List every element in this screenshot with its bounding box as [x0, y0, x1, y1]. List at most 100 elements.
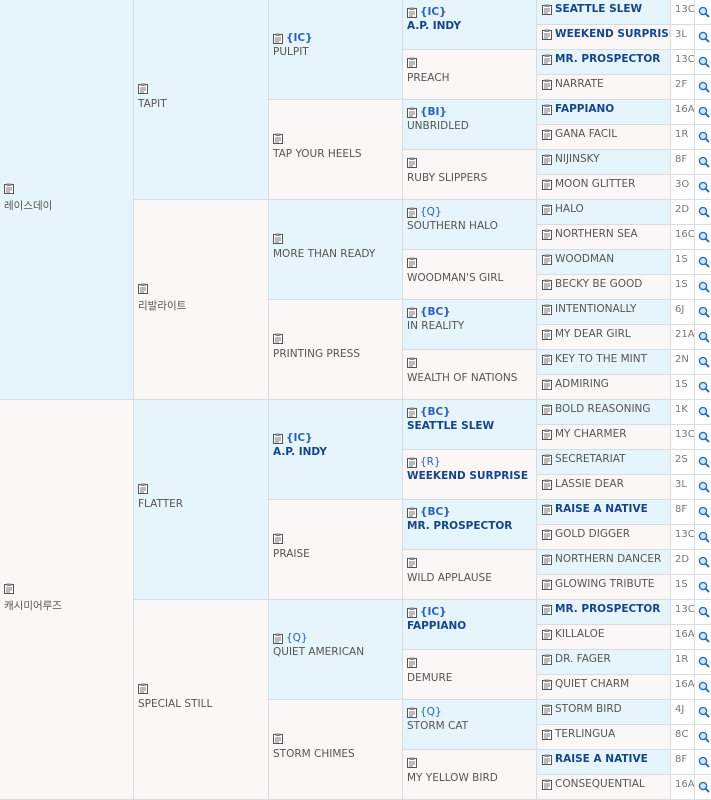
pedigree-cell-gen5[interactable]: SEATTLE SLEW: [537, 0, 671, 25]
horse-name[interactable]: QUIET AMERICAN: [273, 646, 364, 658]
horse-name[interactable]: WOODMAN'S GIRL: [407, 272, 503, 284]
pedigree-cell-gen4[interactable]: WOODMAN'S GIRL: [403, 250, 537, 300]
magnifier-icon[interactable]: [695, 0, 711, 25]
pedigree-cell-gen4[interactable]: {R} WEEKEND SURPRISE: [403, 450, 537, 500]
magnifier-icon[interactable]: [695, 100, 711, 125]
pedigree-cell-gen5[interactable]: WOODMAN: [537, 250, 671, 275]
magnifier-icon[interactable]: [695, 275, 711, 300]
horse-name[interactable]: QUIET CHARM: [555, 678, 629, 690]
horse-name[interactable]: BOLD REASONING: [555, 403, 651, 415]
horse-name[interactable]: MY YELLOW BIRD: [407, 772, 498, 784]
pedigree-cell-gen5[interactable]: MY DEAR GIRL: [537, 325, 671, 350]
horse-name[interactable]: NORTHERN SEA: [555, 228, 638, 240]
horse-name[interactable]: RUBY SLIPPERS: [407, 172, 487, 184]
horse-name[interactable]: SEATTLE SLEW: [407, 420, 494, 432]
horse-name[interactable]: SPECIAL STILL: [138, 698, 212, 710]
magnifier-icon[interactable]: [695, 200, 711, 225]
pedigree-cell-gen5[interactable]: KEY TO THE MINT: [537, 350, 671, 375]
pedigree-cell-gen5[interactable]: MR. PROSPECTOR: [537, 600, 671, 625]
pedigree-cell-gen4[interactable]: PREACH: [403, 50, 537, 100]
horse-name[interactable]: NIJINSKY: [555, 153, 600, 165]
pedigree-cell-gen4[interactable]: DEMURE: [403, 650, 537, 700]
magnifier-icon[interactable]: [695, 50, 711, 75]
magnifier-icon[interactable]: [695, 75, 711, 100]
magnifier-icon[interactable]: [695, 650, 711, 675]
pedigree-cell-gen5[interactable]: NORTHERN SEA: [537, 225, 671, 250]
magnifier-icon[interactable]: [695, 400, 711, 425]
horse-name[interactable]: WEEKEND SURPRISE: [555, 28, 670, 40]
pedigree-cell-gen5[interactable]: NARRATE: [537, 75, 671, 100]
pedigree-cell-gen3[interactable]: PRAISE: [269, 500, 403, 600]
pedigree-cell-gen2[interactable]: TAPIT: [134, 0, 269, 200]
horse-name[interactable]: SOUTHERN HALO: [407, 220, 498, 232]
magnifier-icon[interactable]: [695, 325, 711, 350]
horse-name[interactable]: WEEKEND SURPRISE: [407, 470, 528, 482]
horse-name[interactable]: MR. PROSPECTOR: [555, 603, 660, 615]
horse-name[interactable]: MY CHARMER: [555, 428, 627, 440]
magnifier-icon[interactable]: [695, 625, 711, 650]
magnifier-icon[interactable]: [695, 600, 711, 625]
pedigree-cell-gen5[interactable]: GOLD DIGGER: [537, 525, 671, 550]
pedigree-cell-gen5[interactable]: STORM BIRD: [537, 700, 671, 725]
pedigree-cell-gen5[interactable]: BECKY BE GOOD: [537, 275, 671, 300]
horse-name[interactable]: FLATTER: [138, 498, 183, 510]
magnifier-icon[interactable]: [695, 250, 711, 275]
pedigree-cell-gen4[interactable]: {BI} UNBRIDLED: [403, 100, 537, 150]
magnifier-icon[interactable]: [695, 775, 711, 800]
magnifier-icon[interactable]: [695, 475, 711, 500]
magnifier-icon[interactable]: [695, 575, 711, 600]
horse-name[interactable]: GLOWING TRIBUTE: [555, 578, 654, 590]
horse-name[interactable]: DR. FAGER: [555, 653, 611, 665]
magnifier-icon[interactable]: [695, 425, 711, 450]
horse-name[interactable]: WOODMAN: [555, 253, 614, 265]
pedigree-cell-gen4[interactable]: WILD APPLAUSE: [403, 550, 537, 600]
pedigree-cell-gen4[interactable]: {BC} MR. PROSPECTOR: [403, 500, 537, 550]
horse-name[interactable]: MR. PROSPECTOR: [407, 520, 512, 532]
horse-name[interactable]: DEMURE: [407, 672, 452, 684]
horse-name[interactable]: STORM BIRD: [555, 703, 622, 715]
magnifier-icon[interactable]: [695, 750, 711, 775]
pedigree-cell-gen3[interactable]: {IC} PULPIT: [269, 0, 403, 100]
horse-name[interactable]: STORM CAT: [407, 720, 468, 732]
pedigree-cell-gen5[interactable]: GANA FACIL: [537, 125, 671, 150]
pedigree-cell-gen5[interactable]: DR. FAGER: [537, 650, 671, 675]
pedigree-cell-gen2[interactable]: SPECIAL STILL: [134, 600, 269, 800]
horse-name[interactable]: WILD APPLAUSE: [407, 572, 492, 584]
pedigree-cell-gen5[interactable]: TERLINGUA: [537, 725, 671, 750]
horse-name[interactable]: 캐시미어루즈: [4, 598, 62, 613]
magnifier-icon[interactable]: [695, 700, 711, 725]
horse-name[interactable]: PRINTING PRESS: [273, 348, 360, 360]
pedigree-cell-gen3[interactable]: {Q} QUIET AMERICAN: [269, 600, 403, 700]
pedigree-cell-gen5[interactable]: MY CHARMER: [537, 425, 671, 450]
horse-name[interactable]: CONSEQUENTIAL: [555, 778, 645, 790]
magnifier-icon[interactable]: [695, 125, 711, 150]
horse-name[interactable]: 레이스데이: [4, 198, 52, 213]
horse-name[interactable]: FAPPIANO: [555, 103, 614, 115]
horse-name[interactable]: GANA FACIL: [555, 128, 617, 140]
pedigree-cell-gen2[interactable]: FLATTER: [134, 400, 269, 600]
pedigree-cell-gen5[interactable]: CONSEQUENTIAL: [537, 775, 671, 800]
pedigree-cell-gen5[interactable]: WEEKEND SURPRISE: [537, 25, 671, 50]
horse-name[interactable]: NORTHERN DANCER: [555, 553, 661, 565]
horse-name[interactable]: KEY TO THE MINT: [555, 353, 647, 365]
horse-name[interactable]: INTENTIONALLY: [555, 303, 636, 315]
magnifier-icon[interactable]: [695, 175, 711, 200]
horse-name[interactable]: A.P. INDY: [273, 446, 327, 458]
horse-name[interactable]: PULPIT: [273, 46, 313, 58]
magnifier-icon[interactable]: [695, 725, 711, 750]
pedigree-cell-gen5[interactable]: LASSIE DEAR: [537, 475, 671, 500]
horse-name[interactable]: MY DEAR GIRL: [555, 328, 631, 340]
pedigree-cell-gen5[interactable]: SECRETARIAT: [537, 450, 671, 475]
pedigree-cell-gen1[interactable]: 레이스데이: [0, 0, 134, 400]
horse-name[interactable]: RAISE A NATIVE: [555, 503, 648, 515]
horse-name[interactable]: 리발라이트: [138, 298, 186, 313]
horse-name[interactable]: STORM CHIMES: [273, 748, 355, 760]
pedigree-cell-gen5[interactable]: RAISE A NATIVE: [537, 500, 671, 525]
pedigree-cell-gen2[interactable]: 리발라이트: [134, 200, 269, 400]
horse-name[interactable]: HALO: [555, 203, 584, 215]
horse-name[interactable]: LASSIE DEAR: [555, 478, 624, 490]
magnifier-icon[interactable]: [695, 150, 711, 175]
magnifier-icon[interactable]: [695, 350, 711, 375]
horse-name[interactable]: MR. PROSPECTOR: [555, 53, 660, 65]
pedigree-cell-gen4[interactable]: {BC} SEATTLE SLEW: [403, 400, 537, 450]
